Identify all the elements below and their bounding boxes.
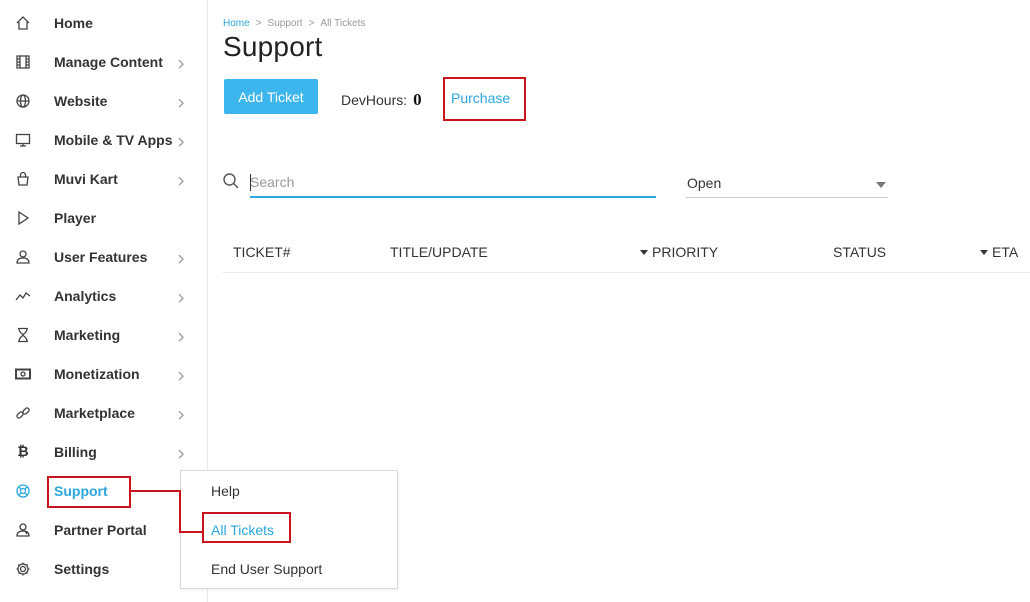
sidebar-item-monetization[interactable]: Monetization [0,354,207,393]
gear-icon [14,560,32,578]
sort-caret-icon [980,249,988,255]
breadcrumb-support[interactable]: Support [268,18,303,29]
submenu-item-help[interactable]: Help [211,483,240,499]
sidebar-item-label: Manage Content [54,53,163,70]
tickets-table-header: TICKET# TITLE/UPDATE PRIORITY STATUS ETA [222,232,1030,273]
sidebar-item-label: Billing [54,443,97,460]
sidebar-item-website[interactable]: Website [0,81,207,120]
sidebar-item-analytics[interactable]: Analytics [0,276,207,315]
sidebar-item-label: Marketplace [54,404,135,421]
sidebar-item-muvi-kart[interactable]: Muvi Kart [0,159,207,198]
chevron-right-icon [176,174,186,186]
bitcoin-icon: ₿ [17,444,29,460]
money-icon [14,365,32,383]
chevron-right-icon [176,330,186,342]
sidebar-item-label: User Features [54,248,148,265]
breadcrumb-separator: > [255,18,262,29]
sidebar-item-home[interactable]: Home [0,3,207,42]
column-header-status[interactable]: STATUS [833,244,886,260]
column-header-title-update[interactable]: TITLE/UPDATE [390,244,488,260]
sidebar-item-label: Support [54,482,108,499]
devhours-display: DevHours: 0 [341,90,422,110]
search-icon [222,172,240,190]
sidebar-item-label: Monetization [54,365,140,382]
column-header-eta[interactable]: ETA [980,244,1018,260]
add-ticket-button[interactable]: Add Ticket [224,79,318,114]
breadcrumb-home[interactable]: Home [223,18,250,29]
analytics-icon [14,287,32,305]
chevron-right-icon [176,291,186,303]
user-icon [14,248,32,266]
link-icon [14,404,32,422]
chevron-right-icon [176,408,186,420]
sidebar-item-manage-content[interactable]: Manage Content [0,42,207,81]
monitor-icon [14,131,32,149]
support-submenu: Help All Tickets End User Support [180,470,398,589]
sidebar-item-support[interactable]: Support [0,471,207,510]
sidebar-item-label: Settings [54,560,110,577]
sidebar-item-partner-portal[interactable]: Partner Portal [0,510,207,549]
breadcrumb-separator: > [308,18,315,29]
sidebar-item-label: Marketing [54,326,121,343]
chevron-right-icon [176,369,186,381]
purchase-link[interactable]: Purchase [451,90,510,106]
shopping-bag-icon [14,170,32,188]
status-filter-select[interactable]: Open [686,168,888,198]
sidebar-item-mobile-tv-apps[interactable]: Mobile & TV Apps [0,120,207,159]
sidebar-item-label: Analytics [54,287,117,304]
sidebar-item-user-features[interactable]: User Features [0,237,207,276]
status-filter-value: Open [687,175,722,191]
breadcrumb: Home > Support > All Tickets [223,18,365,29]
sidebar-item-player[interactable]: Player [0,198,207,237]
chevron-right-icon [176,57,186,69]
sort-caret-icon [640,249,648,255]
caret-down-icon [876,182,886,188]
column-header-priority[interactable]: PRIORITY [640,244,718,260]
chevron-right-icon [176,96,186,108]
sidebar-item-marketplace[interactable]: Marketplace [0,393,207,432]
home-icon [14,14,32,32]
chevron-right-icon [176,135,186,147]
sidebar: Home Manage Content Website Mobile & TV … [0,0,208,602]
play-icon [14,209,32,227]
breadcrumb-current: All Tickets [320,18,366,29]
submenu-item-end-user-support[interactable]: End User Support [211,561,322,577]
hourglass-icon [14,326,32,344]
sidebar-item-label: Home [54,14,93,31]
chevron-right-icon [176,447,186,459]
sidebar-item-settings[interactable]: Settings [0,549,207,588]
sidebar-item-label: Mobile & TV Apps [54,131,173,148]
sidebar-item-label: Player [54,209,97,226]
sidebar-item-label: Website [54,92,108,109]
devhours-value: 0 [413,90,422,109]
search-input[interactable] [250,168,656,198]
submenu-item-all-tickets[interactable]: All Tickets [211,522,274,538]
sidebar-item-label: Partner Portal [54,521,147,538]
globe-icon [14,92,32,110]
sidebar-item-marketing[interactable]: Marketing [0,315,207,354]
sidebar-item-label: Muvi Kart [54,170,118,187]
devhours-label: DevHours: [341,92,408,108]
partner-icon [14,521,32,539]
film-icon [14,53,32,71]
chevron-right-icon [176,252,186,264]
page-title: Support [223,31,323,62]
column-header-ticket[interactable]: TICKET# [233,244,291,260]
text-cursor [250,174,251,191]
sidebar-item-billing[interactable]: ₿ Billing [0,432,207,471]
lifebuoy-icon [14,482,32,500]
